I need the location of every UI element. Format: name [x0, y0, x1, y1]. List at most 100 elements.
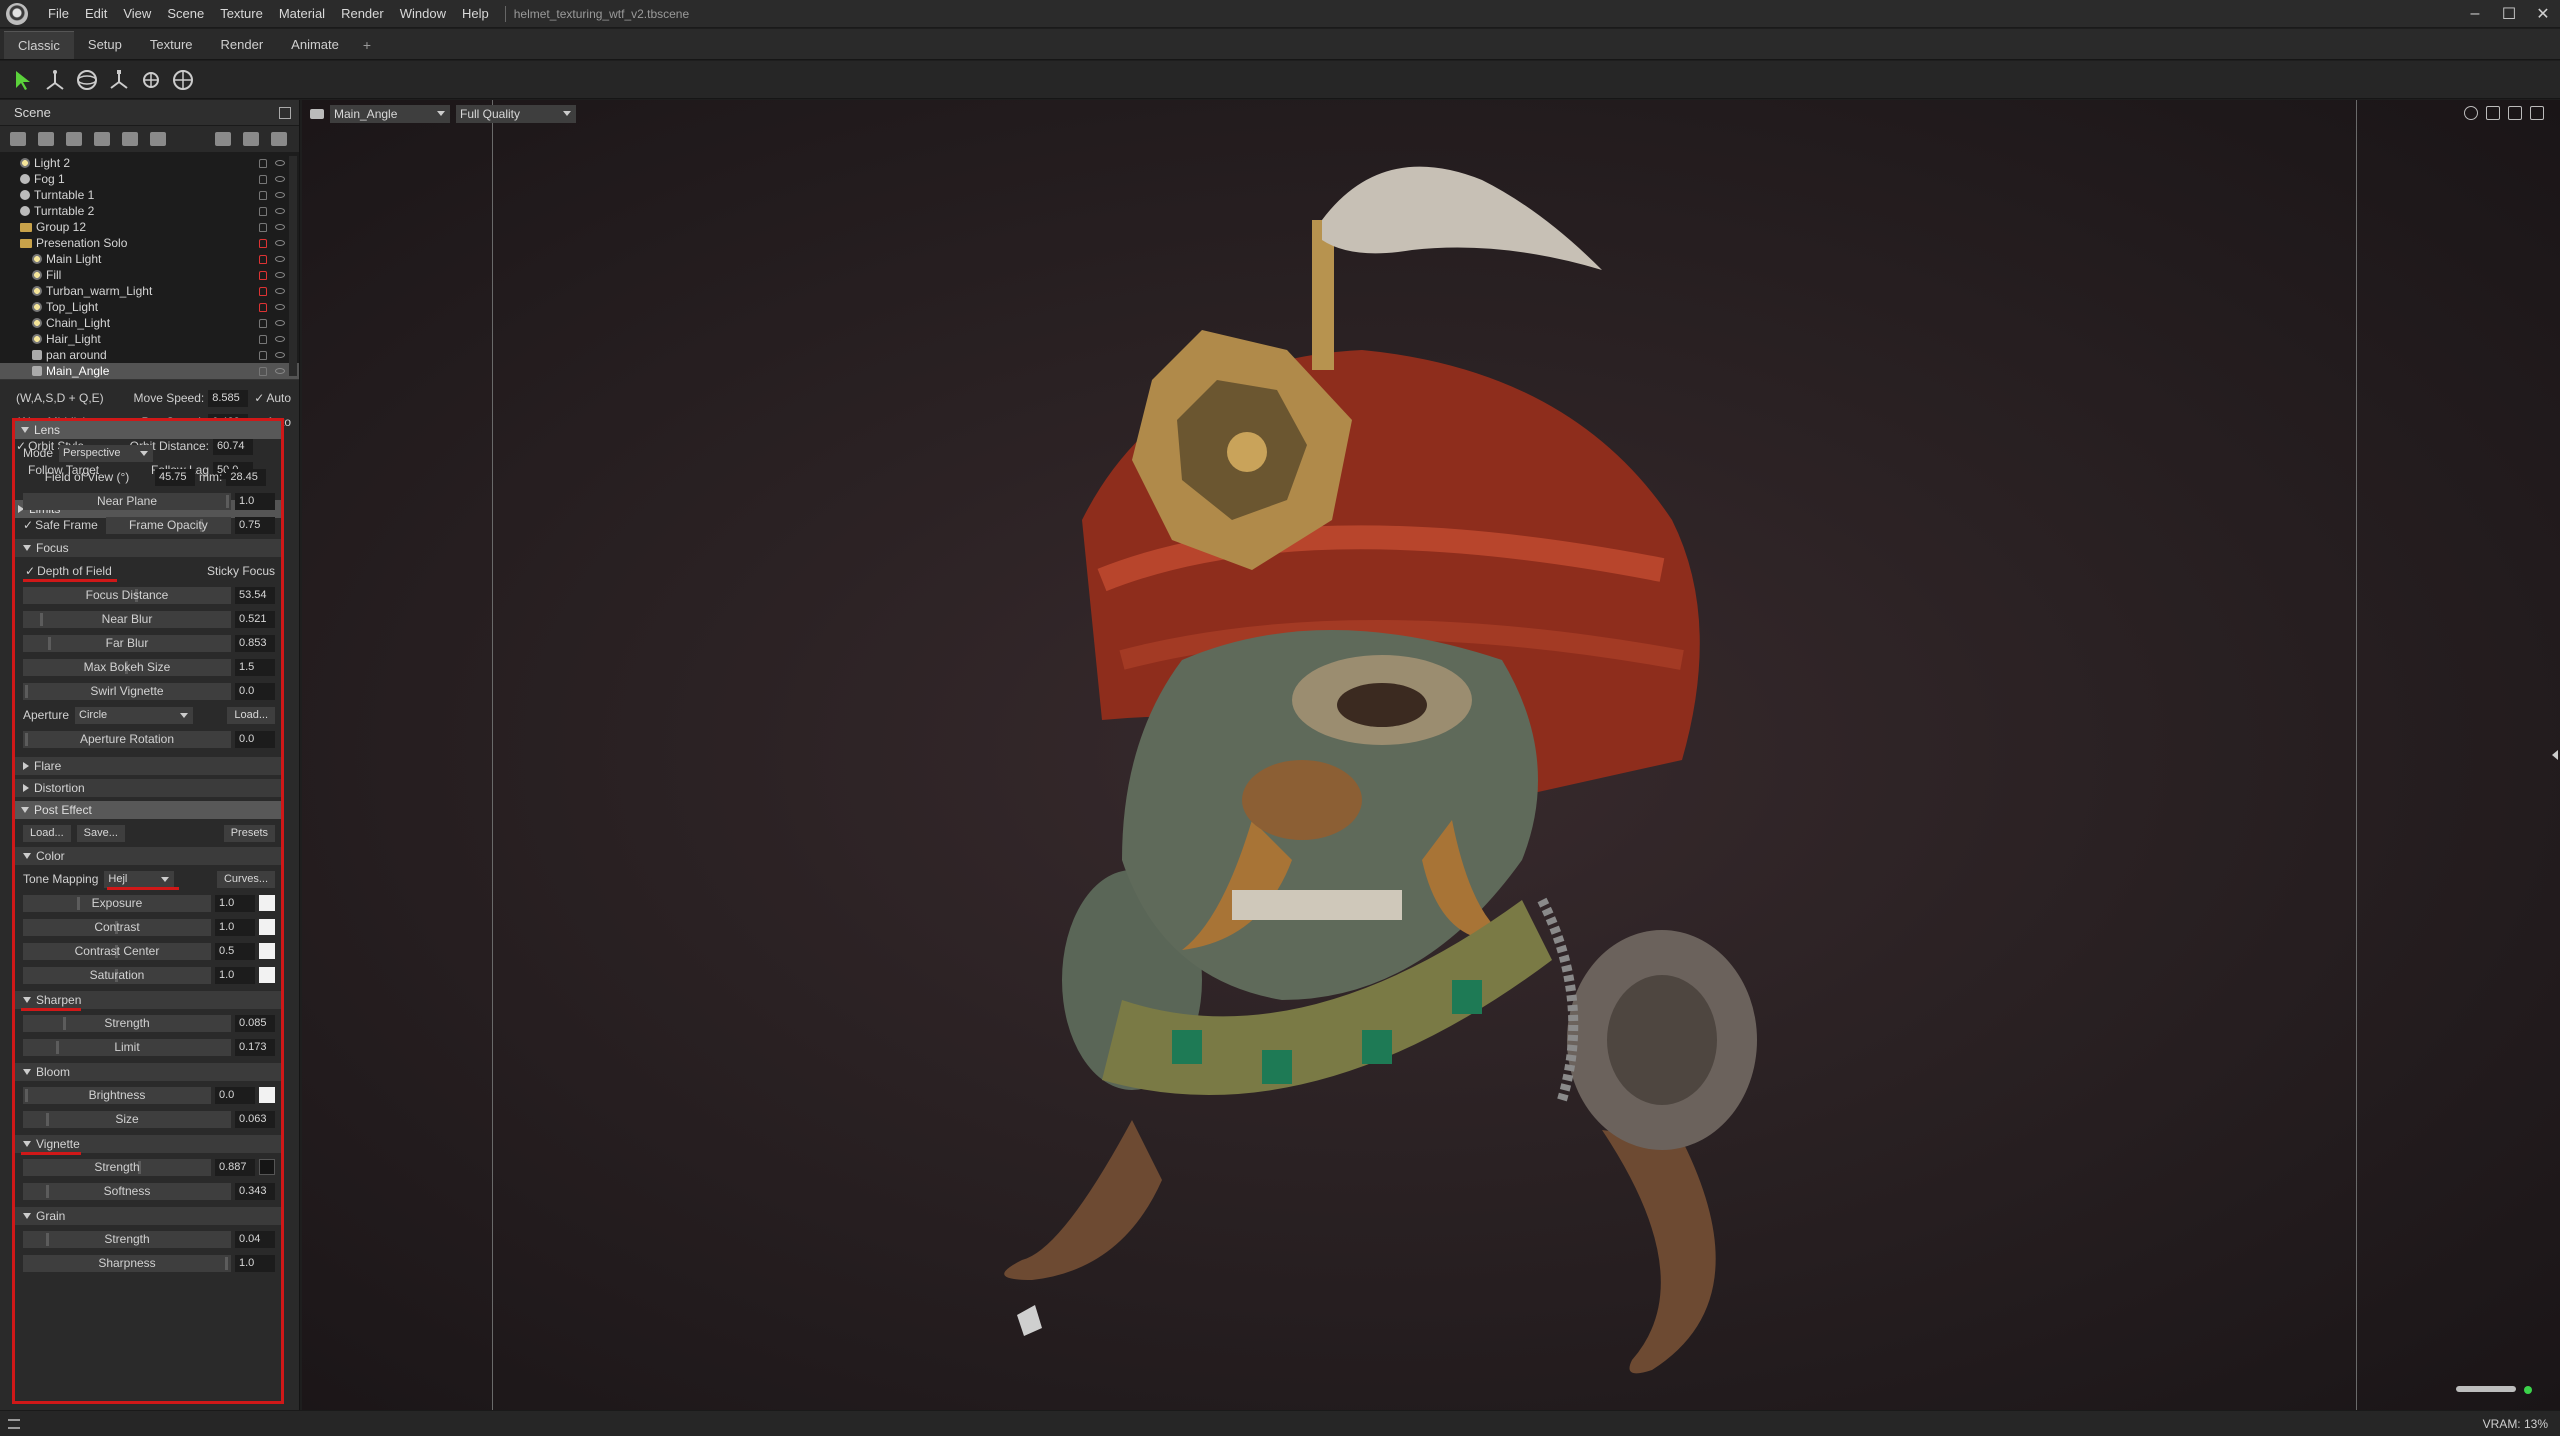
- tree-item[interactable]: Turntable 1: [0, 187, 299, 203]
- aperture-rotation-slider[interactable]: Aperture Rotation: [23, 730, 231, 748]
- gear-icon[interactable]: [2464, 106, 2478, 120]
- add-shadow-catcher-icon[interactable]: [122, 132, 138, 146]
- mm-field[interactable]: 28.45: [226, 468, 267, 486]
- popout-viewport-icon[interactable]: [2530, 106, 2544, 120]
- frame-opacity-field[interactable]: 0.75: [235, 516, 275, 534]
- slider-handle[interactable]: [226, 494, 229, 508]
- subsection-grain[interactable]: Grain: [15, 1207, 281, 1225]
- fov-field[interactable]: 45.75: [155, 468, 195, 486]
- property-slider[interactable]: Softness: [23, 1182, 231, 1200]
- select-tool[interactable]: [8, 65, 38, 95]
- property-value-field[interactable]: 0.521: [235, 610, 275, 628]
- slider-handle[interactable]: [45, 1112, 49, 1126]
- subsection-vignette[interactable]: Vignette: [15, 1135, 281, 1155]
- property-slider[interactable]: Brightness: [23, 1086, 211, 1104]
- property-value-field[interactable]: 0.5: [215, 942, 255, 960]
- property-value-field[interactable]: 0.343: [235, 1182, 275, 1200]
- lock-icon[interactable]: [259, 334, 267, 344]
- popout-icon[interactable]: [279, 106, 291, 119]
- lock-icon[interactable]: [259, 190, 267, 200]
- tree-item[interactable]: Presenation Solo: [0, 235, 299, 251]
- crosshair-icon[interactable]: [2486, 106, 2500, 120]
- aperture-dropdown[interactable]: Circle: [75, 706, 194, 724]
- visibility-eye-icon[interactable]: [275, 208, 285, 214]
- menu-scene[interactable]: Scene: [159, 0, 212, 28]
- add-object-icon[interactable]: [10, 132, 26, 146]
- color-swatch[interactable]: [259, 919, 275, 935]
- menu-texture[interactable]: Texture: [212, 0, 271, 28]
- property-value-field[interactable]: 1.0: [215, 966, 255, 984]
- slider-handle[interactable]: [45, 1184, 49, 1198]
- tree-item[interactable]: Top_Light: [0, 299, 299, 315]
- depth-of-field-checkbox[interactable]: Depth of Field: [25, 564, 112, 578]
- close-button[interactable]: ✕: [2526, 0, 2560, 28]
- tree-item[interactable]: Main Light: [0, 251, 299, 267]
- menu-edit[interactable]: Edit: [77, 0, 115, 28]
- visibility-eye-icon[interactable]: [275, 304, 285, 310]
- add-turntable-icon[interactable]: [150, 132, 166, 146]
- frame-opacity-slider[interactable]: Frame Opacity: [105, 516, 231, 534]
- property-value-field[interactable]: 1.5: [235, 658, 275, 676]
- add-light-icon[interactable]: [38, 132, 54, 146]
- visibility-eye-icon[interactable]: [275, 160, 285, 166]
- add-camera-icon[interactable]: [66, 132, 82, 146]
- rotate-tool[interactable]: [72, 65, 102, 95]
- delete-icon[interactable]: [271, 132, 287, 146]
- menu-lines-icon[interactable]: [8, 1418, 20, 1429]
- subsection-focus[interactable]: Focus: [15, 539, 281, 557]
- visibility-eye-icon[interactable]: [275, 288, 285, 294]
- property-value-field[interactable]: 1.0: [235, 1254, 275, 1272]
- tab-render[interactable]: Render: [207, 31, 278, 59]
- property-value-field[interactable]: 0.085: [235, 1014, 275, 1032]
- mode-dropdown[interactable]: Perspective: [59, 444, 154, 462]
- color-swatch[interactable]: [259, 1159, 275, 1175]
- tone-mapping-dropdown[interactable]: Hejl: [104, 870, 175, 888]
- tab-animate[interactable]: Animate: [277, 31, 353, 59]
- visibility-eye-icon[interactable]: [275, 352, 285, 358]
- visibility-eye-icon[interactable]: [275, 320, 285, 326]
- property-slider[interactable]: Exposure: [23, 894, 211, 912]
- quality-dropdown[interactable]: Full Quality: [456, 105, 576, 123]
- visibility-eye-icon[interactable]: [275, 336, 285, 342]
- tree-item[interactable]: Main_Angle: [0, 363, 299, 379]
- lock-icon[interactable]: [259, 318, 267, 328]
- color-swatch[interactable]: [259, 1087, 275, 1103]
- lock-icon[interactable]: [259, 366, 267, 376]
- slider-handle[interactable]: [25, 1088, 28, 1102]
- subsection-bloom[interactable]: Bloom: [15, 1063, 281, 1081]
- tab-setup[interactable]: Setup: [74, 31, 136, 59]
- move-speed-field[interactable]: 8.585: [208, 389, 249, 407]
- panel-collapse-arrow-icon[interactable]: [2552, 750, 2558, 760]
- tree-item[interactable]: Turntable 2: [0, 203, 299, 219]
- property-slider[interactable]: Strength: [23, 1230, 231, 1248]
- property-value-field[interactable]: 0.0: [235, 682, 275, 700]
- lock-icon[interactable]: [259, 222, 267, 232]
- app-logo-icon[interactable]: [6, 2, 28, 25]
- lock-icon[interactable]: [259, 302, 267, 312]
- tree-item[interactable]: Hair_Light: [0, 331, 299, 347]
- menu-help[interactable]: Help: [454, 0, 497, 28]
- subsection-sharpen[interactable]: Sharpen: [15, 991, 281, 1011]
- slider-handle[interactable]: [48, 636, 52, 650]
- lock-icon[interactable]: [259, 174, 267, 184]
- tree-scrollbar[interactable]: [289, 156, 297, 376]
- property-value-field[interactable]: 0.887: [215, 1158, 255, 1176]
- lock-icon[interactable]: [259, 286, 267, 296]
- tree-item[interactable]: Light 2: [0, 155, 299, 171]
- slider-handle[interactable]: [62, 1016, 66, 1030]
- tree-item[interactable]: Fill: [0, 267, 299, 283]
- property-slider[interactable]: Size: [23, 1110, 231, 1128]
- lock-icon[interactable]: [259, 158, 267, 168]
- visibility-eye-icon[interactable]: [275, 368, 285, 374]
- property-value-field[interactable]: 53.54: [235, 586, 275, 604]
- property-slider[interactable]: Swirl Vignette: [23, 682, 231, 700]
- viewport[interactable]: Main_Angle Full Quality: [302, 100, 2560, 1410]
- tab-add[interactable]: +: [353, 31, 381, 59]
- slider-handle[interactable]: [45, 1232, 49, 1246]
- maximize-button[interactable]: ☐: [2492, 0, 2526, 28]
- slider-handle[interactable]: [224, 1256, 228, 1270]
- lock-icon[interactable]: [259, 350, 267, 360]
- presets-button[interactable]: Presets: [223, 824, 275, 842]
- color-swatch[interactable]: [259, 895, 275, 911]
- add-fog-icon[interactable]: [94, 132, 110, 146]
